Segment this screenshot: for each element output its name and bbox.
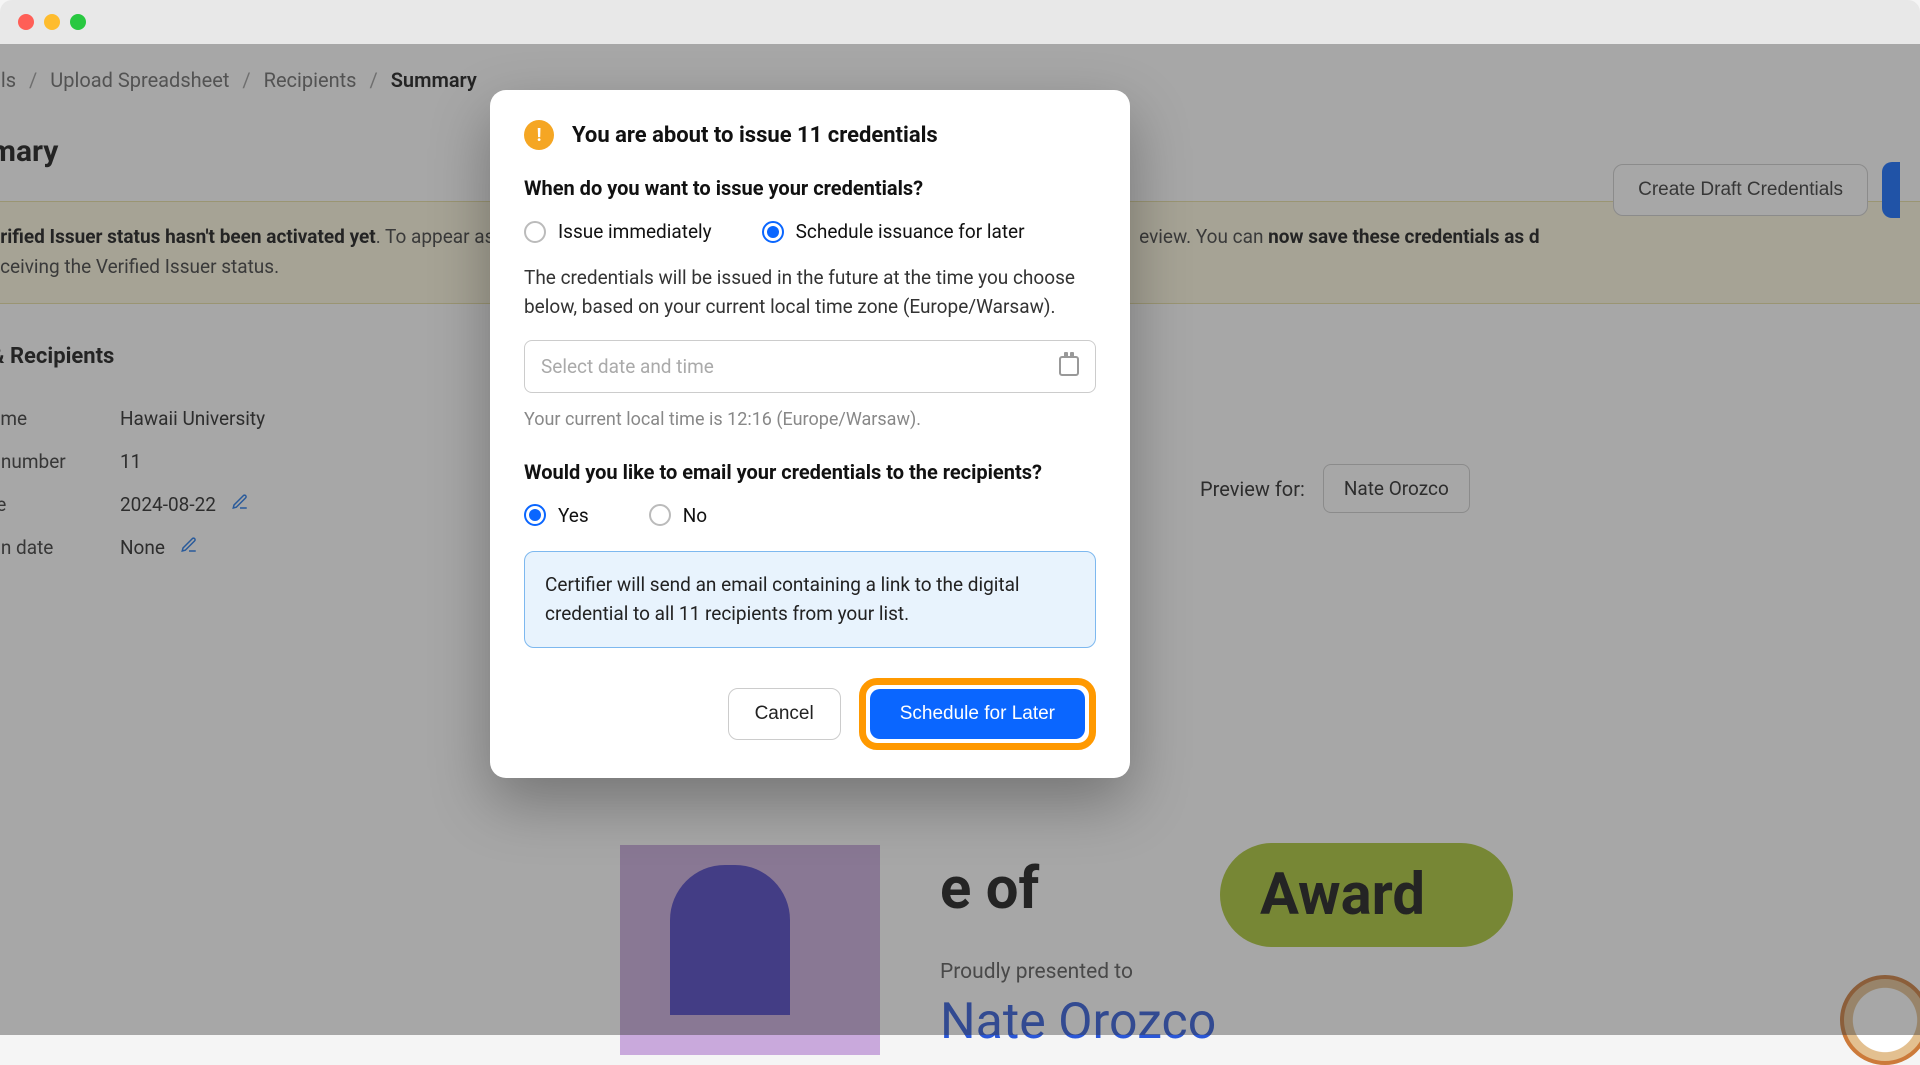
modal-question-email: Would you like to email your credentials… (524, 460, 1096, 484)
window-title-bar (0, 0, 1920, 44)
radio-label: No (683, 504, 707, 527)
window-zoom-button[interactable] (70, 14, 86, 30)
radio-email-no[interactable]: No (649, 504, 707, 527)
cancel-button[interactable]: Cancel (728, 688, 841, 740)
radio-icon (762, 221, 784, 243)
schedule-description: The credentials will be issued in the fu… (524, 263, 1096, 322)
calendar-icon (1059, 356, 1079, 376)
radio-label: Yes (558, 504, 589, 527)
datetime-input[interactable]: Select date and time (524, 340, 1096, 393)
radio-email-yes[interactable]: Yes (524, 504, 589, 527)
email-info-box: Certifier will send an email containing … (524, 551, 1096, 648)
warning-icon: ! (524, 120, 554, 150)
radio-label: Issue immediately (558, 220, 712, 243)
radio-icon (649, 504, 671, 526)
radio-icon (524, 504, 546, 526)
local-time-hint: Your current local time is 12:16 (Europe… (524, 409, 1096, 430)
datetime-placeholder: Select date and time (541, 355, 714, 378)
issue-credentials-modal: ! You are about to issue 11 credentials … (490, 90, 1130, 778)
window-minimize-button[interactable] (44, 14, 60, 30)
modal-title: You are about to issue 11 credentials (572, 123, 938, 148)
radio-label: Schedule issuance for later (796, 220, 1025, 243)
schedule-for-later-button[interactable]: Schedule for Later (870, 689, 1085, 739)
window-close-button[interactable] (18, 14, 34, 30)
radio-schedule-later[interactable]: Schedule issuance for later (762, 220, 1025, 243)
radio-issue-immediately[interactable]: Issue immediately (524, 220, 712, 243)
radio-icon (524, 221, 546, 243)
when-radio-group: Issue immediately Schedule issuance for … (524, 220, 1096, 243)
email-radio-group: Yes No (524, 504, 1096, 527)
tutorial-highlight: Schedule for Later (859, 678, 1096, 750)
modal-question-when: When do you want to issue your credentia… (524, 176, 1096, 200)
